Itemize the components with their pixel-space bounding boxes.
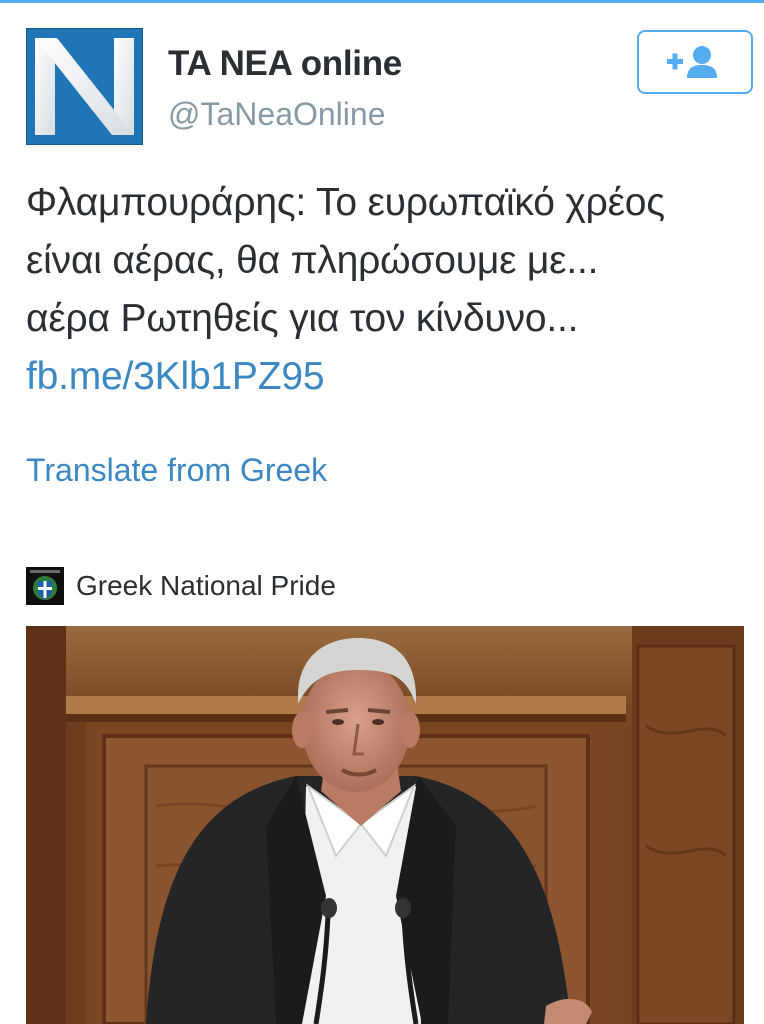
translate-link[interactable]: Translate from Greek bbox=[26, 452, 327, 489]
follow-button[interactable] bbox=[637, 30, 753, 94]
tweet-view: TA NEA online @TaNeaOnline Φλαμπουράρης:… bbox=[0, 0, 764, 1024]
tweet-text: Φλαμπουράρης: Το ευρωπαϊκό χρέος είναι α… bbox=[26, 174, 756, 406]
add-user-icon bbox=[667, 46, 717, 78]
tweet-photo[interactable] bbox=[26, 626, 744, 1024]
top-divider bbox=[0, 0, 764, 3]
tweet-text-line: Φλαμπουράρης: Το ευρωπαϊκό χρέος bbox=[26, 181, 665, 224]
author-handle[interactable]: @TaNeaOnline bbox=[168, 96, 385, 133]
author-display-name[interactable]: TA NEA online bbox=[168, 44, 402, 84]
tweet-link[interactable]: fb.me/3Klb1PZ95 bbox=[26, 355, 325, 398]
tweet-text-line: είναι αέρας, θα πληρώσουμε με... bbox=[26, 239, 599, 282]
greek-coat-of-arms-icon bbox=[26, 567, 64, 605]
tweet-text-line: αέρα Ρωτηθείς για τον κίνδυνο... bbox=[26, 297, 579, 340]
attribution-name: Greek National Pride bbox=[76, 570, 336, 601]
speaker-photo-image bbox=[26, 626, 744, 1024]
author-avatar[interactable] bbox=[26, 28, 143, 145]
media-attribution[interactable]: Greek National Pride bbox=[26, 566, 336, 606]
ta-nea-logo-icon bbox=[26, 28, 143, 145]
